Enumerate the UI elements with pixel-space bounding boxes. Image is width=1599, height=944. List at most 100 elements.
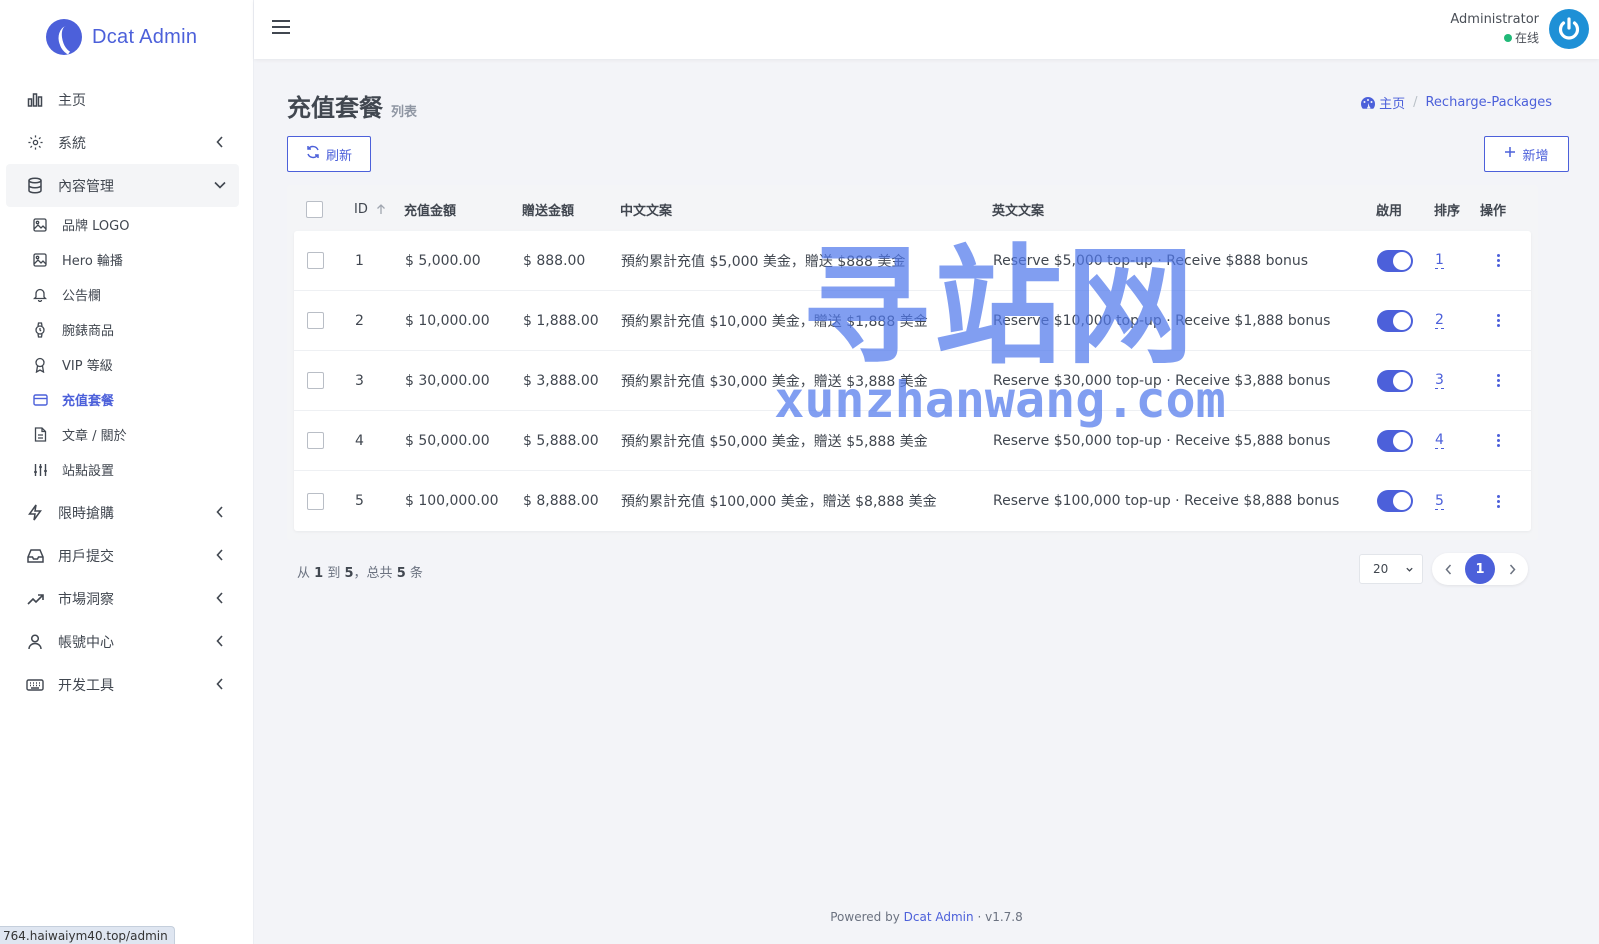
pagination: 1 [1432, 553, 1528, 585]
column-header-id[interactable]: ID [354, 185, 386, 233]
avatar[interactable] [1549, 9, 1589, 49]
cell-bonus: $ 8,888.00 [523, 493, 599, 509]
per-page-select[interactable]: 20 [1359, 554, 1423, 584]
content-subnav: 品牌 LOGO Hero 輪播 公告欄 腕錶商品 VIP 等級 充值套餐 文章 … [0, 207, 253, 487]
column-header-amount: 充值金額 [404, 203, 457, 219]
sidebar-subitem-hero[interactable]: Hero 輪播 [6, 242, 239, 277]
sidebar-item-system[interactable]: 系統 [6, 121, 239, 164]
brand-name: Dcat Admin [92, 25, 198, 48]
user-menu[interactable]: Administrator 在线 [1450, 9, 1589, 49]
image-icon [32, 217, 48, 233]
row-checkbox[interactable] [307, 372, 324, 389]
sliders-icon [32, 462, 48, 478]
sidebar-item-label: 內容管理 [58, 178, 114, 195]
order-link[interactable]: 3 [1435, 372, 1444, 389]
inbox-icon [26, 547, 44, 565]
cell-en: Reserve $50,000 top-up · Receive $5,888 … [993, 432, 1331, 449]
enabled-toggle[interactable] [1377, 249, 1413, 272]
order-link[interactable]: 1 [1435, 252, 1444, 269]
table-body: 1 $ 5,000.00 $ 888.00 預約累計充值 $5,000 美金，贈… [294, 231, 1531, 531]
breadcrumb-home[interactable]: 主页 [1379, 93, 1405, 112]
sidebar-item-user-submissions[interactable]: 用戶提交 [6, 534, 239, 577]
cell-en: Reserve $10,000 top-up · Receive $1,888 … [993, 312, 1331, 329]
sidebar-subitem-articles[interactable]: 文章 / 關於 [6, 417, 239, 452]
sidebar-item-label: 开发工具 [58, 677, 114, 694]
sidebar-item-flash-sale[interactable]: 限時搶購 [6, 491, 239, 534]
online-dot-icon [1503, 34, 1512, 42]
chevron-down-icon [1405, 563, 1414, 577]
cell-zh: 預約累計充值 $30,000 美金，贈送 $3,888 美金 [621, 373, 928, 390]
order-link[interactable]: 4 [1435, 432, 1444, 449]
lightning-icon [26, 504, 44, 522]
cell-amount: $ 100,000.00 [405, 493, 499, 509]
refresh-button[interactable]: 刷新 [287, 136, 371, 172]
award-icon [32, 357, 48, 373]
bell-icon [32, 287, 48, 303]
sidebar-item-content[interactable]: 內容管理 [6, 164, 239, 207]
order-link[interactable]: 2 [1435, 312, 1444, 329]
more-actions-icon[interactable] [1490, 431, 1506, 451]
more-actions-icon[interactable] [1490, 251, 1506, 271]
cell-zh: 預約累計充值 $10,000 美金，贈送 $1,888 美金 [621, 313, 928, 330]
credit-card-icon [32, 392, 48, 408]
sidebar-item-label: 用戶提交 [58, 548, 114, 565]
sidebar-subitem-label: 公告欄 [62, 289, 102, 304]
sidebar-subitem-site-settings[interactable]: 站點設置 [6, 452, 239, 487]
cell-en: Reserve $5,000 top-up · Receive $888 bon… [993, 252, 1309, 269]
sidebar: Dcat Admin 主页 系統 內容管理 品牌 LOGO Hero 輪播 公告… [0, 0, 254, 944]
column-header-actions: 操作 [1480, 203, 1507, 219]
row-checkbox[interactable] [307, 432, 324, 449]
brand[interactable]: Dcat Admin [0, 0, 253, 74]
cell-amount: $ 50,000.00 [405, 432, 490, 449]
sidebar-item-label: 市場洞察 [58, 591, 114, 608]
refresh-icon [306, 145, 320, 163]
gear-icon [26, 134, 44, 152]
hamburger-menu-icon[interactable] [272, 20, 290, 36]
sidebar-subitem-label: 站點設置 [62, 464, 115, 479]
cell-amount: $ 5,000.00 [405, 252, 481, 269]
sidebar-subitem-notice[interactable]: 公告欄 [6, 277, 239, 312]
user-status: 在线 [1450, 29, 1539, 46]
footer-link[interactable]: Dcat Admin [904, 910, 974, 924]
sidebar-nav-bottom: 限時搶購 用戶提交 市場洞察 帳號中心 开发工具 [0, 491, 253, 706]
pagination-info: 从 1 到 5，总共 5 条 [297, 566, 423, 581]
enabled-toggle[interactable] [1377, 490, 1413, 512]
row-checkbox[interactable] [307, 312, 324, 329]
cell-id: 3 [355, 372, 364, 389]
page-number-current[interactable]: 1 [1465, 554, 1495, 584]
top-navbar: Administrator 在线 [254, 0, 1599, 59]
more-actions-icon[interactable] [1490, 371, 1506, 391]
row-checkbox[interactable] [307, 252, 324, 269]
prev-page-button[interactable] [1436, 557, 1460, 581]
sidebar-item-home[interactable]: 主页 [6, 78, 239, 121]
dashboard-icon [1361, 96, 1376, 109]
more-actions-icon[interactable] [1490, 311, 1506, 331]
cell-id: 5 [355, 493, 364, 509]
enabled-toggle[interactable] [1377, 369, 1413, 392]
cell-id: 1 [355, 252, 364, 269]
select-all-checkbox[interactable] [306, 200, 323, 218]
enabled-toggle[interactable] [1377, 309, 1413, 332]
enabled-toggle[interactable] [1377, 429, 1413, 452]
database-icon [26, 177, 44, 195]
cell-bonus: $ 5,888.00 [523, 432, 599, 449]
footer: Powered by Dcat Admin · v1.7.8 [830, 910, 1023, 924]
next-page-button[interactable] [1500, 557, 1524, 581]
chevron-left-icon [213, 677, 227, 691]
sidebar-item-market-insights[interactable]: 市場洞察 [6, 577, 239, 620]
order-link[interactable]: 5 [1435, 493, 1444, 510]
bar-chart-icon [26, 91, 44, 109]
sidebar-subitem-recharge[interactable]: 充值套餐 [6, 382, 239, 417]
more-actions-icon[interactable] [1490, 491, 1506, 511]
sidebar-subitem-vip[interactable]: VIP 等級 [6, 347, 239, 382]
add-button[interactable]: 新增 [1484, 136, 1569, 172]
sidebar-subitem-watches[interactable]: 腕錶商品 [6, 312, 239, 347]
cell-en: Reserve $30,000 top-up · Receive $3,888 … [993, 372, 1331, 389]
row-checkbox[interactable] [307, 492, 324, 510]
sort-icon [376, 203, 386, 215]
sidebar-item-account-center[interactable]: 帳號中心 [6, 620, 239, 663]
sidebar-subitem-brand-logo[interactable]: 品牌 LOGO [6, 207, 239, 242]
keyboard-icon [26, 676, 44, 694]
sidebar-item-dev-tools[interactable]: 开发工具 [6, 663, 239, 706]
chevron-left-icon [213, 591, 227, 605]
